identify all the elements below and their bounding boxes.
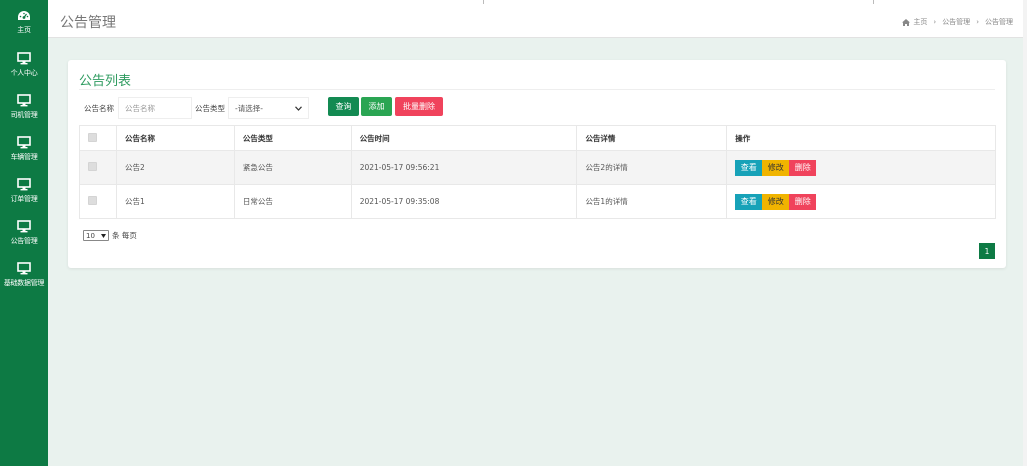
sidebar-item-label: 个人中心 [10,69,38,77]
sidebar-item-profile[interactable]: 个人中心 [0,52,48,78]
notice-table: 公告名称 公告类型 公告时间 公告详情 操作 公告2 紧急公告 2021-05-… [79,125,996,219]
top-bar: 公告管理 主页 › 公告管理 › 公告管理 [48,0,1027,38]
monitor-icon [17,262,31,275]
column-header: 操作 [726,125,996,151]
sidebar-item-label: 司机管理 [10,111,38,119]
dashboard-icon [18,11,30,20]
notice-name: 公告2 [115,150,235,185]
monitor-icon [17,220,31,233]
row-checkbox[interactable] [88,196,97,205]
table-row: 公告1 日常公告 2021-05-17 09:35:08 公告1的详情 查看 修改… [79,184,996,219]
search-button[interactable]: 查询 [328,97,359,116]
column-header[interactable]: 公告详情 [576,125,728,151]
notice-time: 2021-05-17 09:56:21 [350,150,578,185]
sidebar-item-drivers[interactable]: 司机管理 [0,94,48,120]
breadcrumb-separator: › [933,18,937,26]
view-button[interactable]: 查看 [735,193,763,210]
edit-button[interactable]: 修改 [762,193,790,210]
card-title: 公告列表 [79,74,132,89]
column-header[interactable]: 公告类型 [233,125,352,151]
edit-button[interactable]: 修改 [762,159,790,176]
view-button[interactable]: 查看 [735,159,763,176]
sidebar-item-base-data[interactable]: 基础数据管理 [0,262,48,288]
name-search-input[interactable] [118,97,192,119]
breadcrumb-current: 公告管理 [985,18,1013,26]
column-header[interactable]: 公告时间 [350,125,578,151]
row-actions: 查看 修改 删除 [726,184,996,219]
row-select-cell [79,150,117,185]
sidebar-item-label: 车辆管理 [10,153,38,161]
notice-detail: 公告1的详情 [576,184,728,219]
pagination-page[interactable]: 1 [979,243,995,259]
page-size-value: 10 [86,231,95,240]
type-select[interactable]: -请选择- [228,97,309,119]
notice-detail: 公告2的详情 [576,150,728,185]
notice-type: 紧急公告 [233,150,352,185]
add-button[interactable]: 添加 [361,97,392,116]
monitor-icon [17,178,31,191]
sidebar-item-orders[interactable]: 订单管理 [0,178,48,204]
notice-type: 日常公告 [233,184,352,219]
divider [483,0,484,4]
table-row: 公告2 紧急公告 2021-05-17 09:56:21 公告2的详情 查看 修改… [79,150,996,185]
scrollbar[interactable] [1023,0,1027,466]
monitor-icon [17,94,31,107]
notice-time: 2021-05-17 09:35:08 [350,184,578,219]
sidebar-item-vehicles[interactable]: 车辆管理 [0,136,48,162]
home-icon [902,18,911,26]
column-header[interactable]: 公告名称 [115,125,235,151]
breadcrumb: 主页 › 公告管理 › 公告管理 [902,17,1013,27]
type-select-value: -请选择- [235,103,263,113]
notice-list-card: 公告列表 公告名称 公告类型 -请选择- 查询 添加 批量删除 公告名称 公告类… [68,60,1006,268]
sidebar-item-label: 公告管理 [10,237,38,245]
sidebar-item-notices[interactable]: 公告管理 [0,220,48,246]
table-header-row: 公告名称 公告类型 公告时间 公告详情 操作 [79,125,996,151]
page-size-control: 10 条 每页 [83,230,137,241]
notice-name: 公告1 [115,184,235,219]
sidebar: 主页 个人中心 司机管理 车辆管理 订单管理 公告管理 基础数据管理 [0,0,48,466]
breadcrumb-separator: › [976,18,979,26]
divider [873,0,874,4]
sidebar-item-label: 基础数据管理 [3,279,45,287]
batch-delete-button[interactable]: 批量删除 [395,97,443,116]
divider [79,89,995,90]
page-title: 公告管理 [60,15,116,31]
monitor-icon [17,136,31,149]
breadcrumb-home[interactable]: 主页 [913,17,927,27]
row-select-cell [79,184,117,219]
sidebar-item-label: 订单管理 [10,195,38,203]
chevron-down-icon [295,105,302,111]
name-filter-label: 公告名称 [84,104,114,113]
monitor-icon [17,52,31,65]
select-all-checkbox[interactable] [88,132,97,142]
sidebar-item-label: 主页 [17,26,31,34]
page-size-suffix: 条 每页 [112,231,137,240]
sidebar-item-home[interactable]: 主页 [0,10,48,35]
delete-button[interactable]: 删除 [789,193,817,210]
row-checkbox[interactable] [88,162,97,171]
breadcrumb-parent[interactable]: 公告管理 [942,17,970,27]
row-actions: 查看 修改 删除 [726,150,996,185]
delete-button[interactable]: 删除 [789,159,817,176]
type-filter-label: 公告类型 [195,104,225,113]
chevron-down-icon [101,233,106,238]
select-all-cell [79,125,117,151]
page-size-select[interactable]: 10 [83,230,109,241]
